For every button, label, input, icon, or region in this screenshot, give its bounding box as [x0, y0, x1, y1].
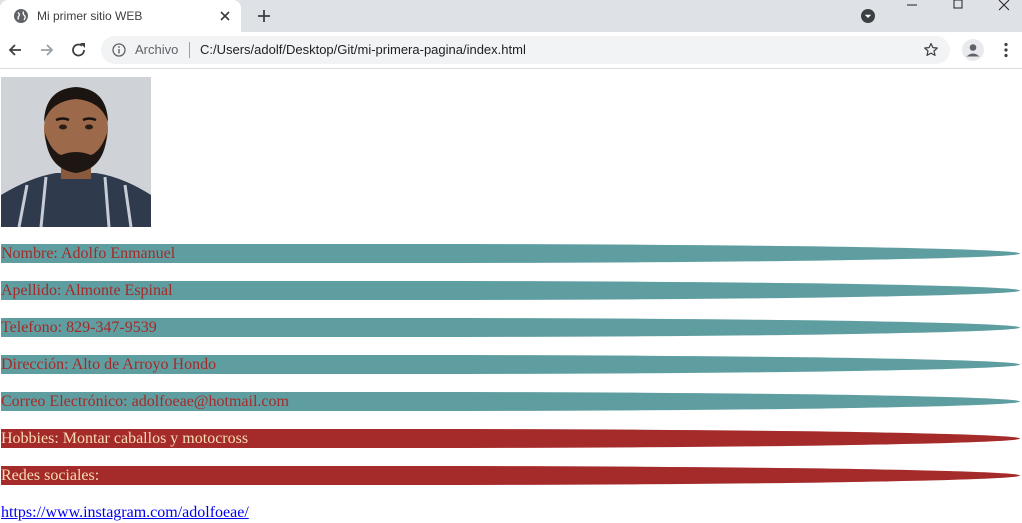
maximize-icon[interactable] [946, 0, 970, 14]
tab-search-icon[interactable] [858, 6, 878, 26]
page-content: Nombre: Adolfo Enmanuel Apellido: Almont… [0, 69, 1022, 523]
info-row-correo: Correo Electrónico: adolfoeae@hotmail.co… [1, 392, 1020, 411]
close-tab-icon[interactable] [216, 7, 234, 25]
info-row-apellido: Apellido: Almonte Espinal [1, 281, 1020, 300]
profile-photo [1, 77, 151, 227]
forward-arrow-icon[interactable] [37, 40, 57, 60]
info-row-hobbies: Hobbies: Montar caballos y motocross [1, 429, 1020, 448]
reload-icon[interactable] [69, 40, 89, 60]
tab-title: Mi primer sitio WEB [37, 9, 143, 23]
new-tab-icon[interactable] [254, 6, 274, 26]
browser-tab[interactable]: Mi primer sitio WEB [0, 0, 241, 32]
back-arrow-icon[interactable] [5, 40, 25, 60]
instagram-link[interactable]: https://www.instagram.com/adolfoeae/ [1, 503, 249, 522]
info-row-telefono: Telefono: 829-347-9539 [1, 318, 1020, 337]
info-icon[interactable] [112, 43, 126, 57]
file-scheme-label: Archivo [135, 42, 179, 57]
minimize-icon[interactable] [900, 0, 924, 14]
address-bar[interactable]: Archivo C:/Users/adolf/Desktop/Git/mi-pr… [101, 36, 950, 64]
globe-icon [14, 9, 28, 23]
address-separator [189, 42, 190, 58]
info-row-nombre: Nombre: Adolfo Enmanuel [1, 244, 1020, 263]
kebab-menu-icon[interactable] [996, 40, 1016, 60]
browser-titlebar: Mi primer sitio WEB [0, 0, 1022, 32]
url-text[interactable]: C:/Users/adolf/Desktop/Git/mi-primera-pa… [200, 42, 526, 58]
close-window-icon[interactable] [992, 0, 1016, 14]
browser-toolbar: Archivo C:/Users/adolf/Desktop/Git/mi-pr… [0, 32, 1022, 69]
info-row-redes-sociales: Redes sociales: [1, 466, 1020, 485]
bookmark-star-icon[interactable] [923, 42, 939, 58]
info-row-direccion: Dirección: Alto de Arroyo Hondo [1, 355, 1020, 374]
profile-avatar-icon[interactable] [962, 39, 984, 61]
